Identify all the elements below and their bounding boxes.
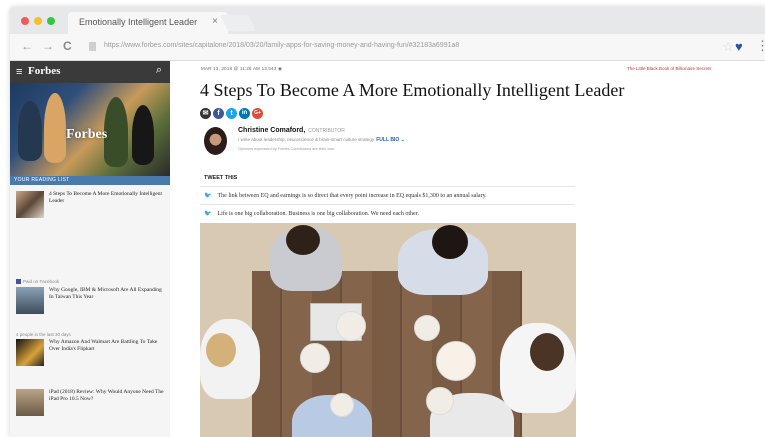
tab-title: Emotionally Intelligent Leader	[79, 17, 198, 27]
item-kicker: 4 people in the last 30 days	[16, 332, 71, 337]
back-arrow-icon[interactable]: ←	[21, 40, 33, 52]
facebook-share-icon[interactable]: f	[213, 108, 224, 119]
author-bio: I write about leadership, neuroscience &…	[238, 137, 405, 143]
promo-link[interactable]: The Little Black Book of Billionaire Sec…	[627, 66, 712, 71]
item-kicker: Paid on Facebook	[16, 279, 59, 285]
reload-icon[interactable]: C	[63, 40, 72, 52]
linkedin-share-icon[interactable]: in	[239, 108, 250, 119]
author-avatar[interactable]	[204, 127, 227, 155]
reading-list-item-title: Why Amazon And Walmart Are Battling To T…	[49, 339, 158, 352]
author-name[interactable]: Christine Comaford, CONTRIBUTOR	[238, 127, 345, 134]
twitter-bird-icon: 🐦	[204, 193, 212, 199]
minimize-window-button[interactable]	[34, 17, 42, 25]
extension-heart-icon[interactable]: ♥	[735, 39, 743, 54]
forbes-brand[interactable]: Forbes	[28, 65, 60, 77]
tweetable-quote[interactable]: 🐦 The link between EQ and earnings is so …	[204, 192, 487, 199]
thumbnail	[16, 191, 44, 218]
reading-list-label: YOUR READING LIST	[14, 177, 70, 183]
article-photo	[200, 223, 576, 437]
browser-menu-icon[interactable]: ⋮	[756, 38, 765, 54]
tab-active[interactable]: Emotionally Intelligent Leader ×	[68, 12, 228, 34]
thumbnail	[16, 389, 44, 416]
email-share-icon[interactable]: ✉	[200, 108, 211, 119]
sidebar-hero-image: Forbes	[10, 83, 170, 176]
reading-list-item-title: 4 Steps To Become A More Emotionally Int…	[49, 191, 163, 204]
divider	[200, 186, 575, 187]
url-text[interactable]: https://www.forbes.com/sites/capitalone/…	[104, 42, 459, 49]
facebook-icon	[16, 279, 21, 285]
author-role: CONTRIBUTOR	[308, 128, 345, 134]
sidebar-header: ≡ Forbes ⌕	[10, 61, 170, 83]
search-icon[interactable]: ⌕	[156, 64, 162, 77]
twitter-bird-icon: 🐦	[204, 211, 212, 217]
full-bio-link[interactable]: FULL BIO ⌄	[376, 137, 405, 143]
page-icon	[89, 42, 96, 51]
tab-close-icon[interactable]: ×	[212, 16, 218, 27]
tweetable-quote[interactable]: 🐦 Life is one big collaboration. Business…	[204, 210, 419, 217]
reading-list-item-title: Why Google, IBM & Microsoft Are All Expa…	[49, 287, 162, 300]
forbes-logo: Forbes	[66, 127, 108, 142]
hamburger-menu-icon[interactable]: ≡	[16, 66, 22, 78]
bookmark-star-icon[interactable]: ☆	[722, 39, 734, 55]
close-window-button[interactable]	[21, 17, 29, 25]
reading-list-bar: YOUR READING LIST	[10, 176, 170, 185]
thumbnail	[16, 339, 44, 366]
browser-window: Emotionally Intelligent Leader × ← → C h…	[10, 7, 765, 437]
twitter-share-icon[interactable]: t	[226, 108, 237, 119]
article-meta: MAR 13, 2018 @ 11:26 AM 13,543 ◉	[201, 66, 283, 71]
thumbnail	[16, 287, 44, 314]
tab-strip: Emotionally Intelligent Leader ×	[10, 7, 765, 34]
page-content: ≡ Forbes ⌕ Forbes YOUR READING LIST 4 St…	[10, 61, 765, 437]
forward-arrow-icon[interactable]: →	[42, 40, 54, 52]
reading-sidebar: ≡ Forbes ⌕ Forbes YOUR READING LIST 4 St…	[10, 61, 170, 437]
googleplus-share-icon[interactable]: G+	[252, 108, 263, 119]
tweet-this-heading: TWEET THIS	[204, 175, 238, 181]
maximize-window-button[interactable]	[47, 17, 55, 25]
divider	[200, 204, 575, 205]
contributor-disclaimer: Opinions expressed by Forbes Contributor…	[238, 147, 336, 151]
nav-bar: ← → C https://www.forbes.com/sites/capit…	[10, 34, 765, 61]
article-headline: 4 Steps To Become A More Emotionally Int…	[200, 80, 625, 100]
reading-list-item-title: iPad (2018) Review: Why Would Anyone Nee…	[49, 389, 164, 402]
address-bar[interactable]: https://www.forbes.com/sites/capitalone/…	[87, 38, 734, 56]
